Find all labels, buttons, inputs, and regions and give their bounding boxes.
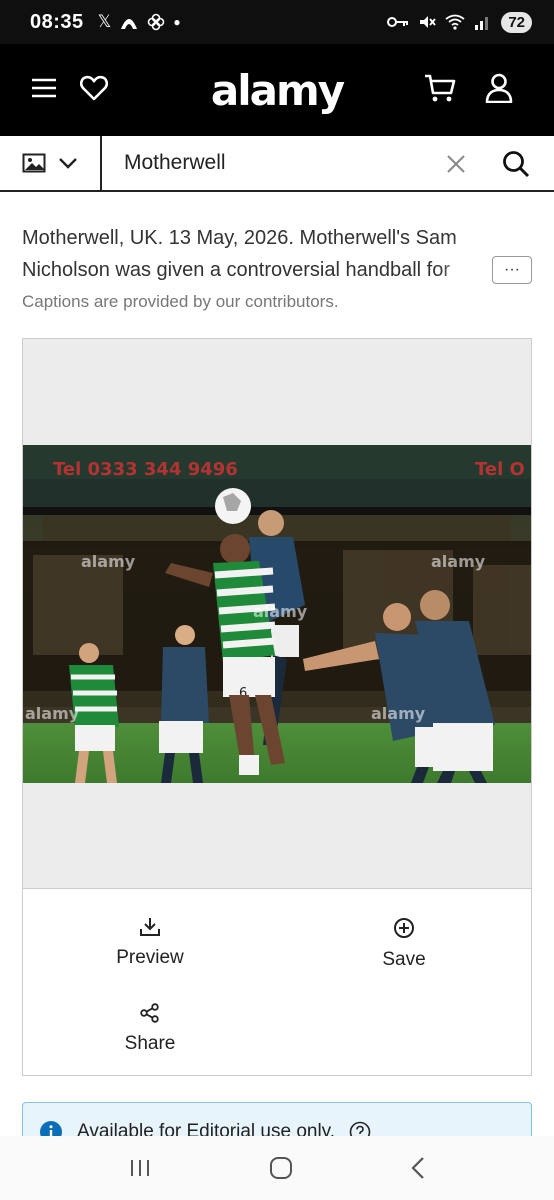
- dot-icon: ●: [173, 15, 181, 29]
- watermark: alamy: [371, 704, 426, 723]
- home-icon[interactable]: [269, 1156, 293, 1180]
- football-match-photo[interactable]: Tel 0333 344 9496 Tel O 6 alamy alamy al…: [23, 445, 531, 783]
- search-icon: [503, 151, 530, 178]
- svg-text:Tel 0333 344 9496: Tel 0333 344 9496: [53, 459, 238, 480]
- contributors-note: Captions are provided by our contributor…: [22, 292, 339, 311]
- clear-search-button[interactable]: [440, 148, 472, 180]
- preview-label: Preview: [116, 947, 184, 968]
- x-icon: 𝕏: [97, 12, 112, 31]
- wifi-icon: [445, 14, 465, 30]
- status-left-icons: 𝕏 ●: [98, 12, 181, 32]
- watermark: alamy: [25, 704, 80, 723]
- save-label: Save: [382, 949, 426, 970]
- favorites-button[interactable]: [74, 68, 114, 108]
- flower-icon: [148, 13, 165, 31]
- search-type-dropdown[interactable]: [0, 136, 102, 190]
- top-navigation: alamy: [0, 44, 554, 136]
- battery-indicator: 72: [501, 11, 532, 33]
- caption-more-button[interactable]: ···: [492, 256, 532, 284]
- search-button[interactable]: [496, 144, 536, 184]
- share-label: Share: [124, 1033, 176, 1054]
- status-time: 08:35: [30, 10, 84, 33]
- share-button[interactable]: Share: [23, 1003, 277, 1055]
- image-caption: Motherwell, UK. 13 May, 2026. Motherwell…: [22, 222, 532, 286]
- image-actions: Preview Save Share: [23, 889, 531, 1075]
- mute-icon: [420, 16, 437, 28]
- search-bar: [0, 136, 554, 192]
- search-input[interactable]: [124, 151, 424, 175]
- svg-text:Tel O: Tel O: [475, 459, 525, 480]
- app-icon: [121, 19, 138, 29]
- key-icon: [387, 17, 409, 27]
- back-icon[interactable]: [410, 1156, 426, 1180]
- watermark: alamy: [431, 552, 486, 571]
- save-button[interactable]: Save: [277, 917, 531, 971]
- menu-icon: [32, 78, 56, 98]
- image-frame[interactable]: Tel 0333 344 9496 Tel O 6 alamy alamy al…: [23, 339, 531, 889]
- status-right-icons: 72: [387, 11, 532, 33]
- account-icon: [485, 73, 513, 103]
- caption-text: Motherwell, UK. 13 May, 2026. Motherwell…: [22, 227, 457, 281]
- chevron-down-icon: [59, 158, 77, 169]
- share-icon: [140, 1003, 159, 1023]
- image-card: Tel 0333 344 9496 Tel O 6 alamy alamy al…: [22, 338, 532, 1076]
- preview-button[interactable]: Preview: [23, 917, 277, 969]
- heart-icon: [80, 75, 108, 101]
- cart-button[interactable]: [420, 68, 460, 108]
- download-icon: [140, 918, 160, 936]
- cart-icon: [425, 74, 456, 102]
- account-button[interactable]: [479, 68, 519, 108]
- signal-icon: [475, 17, 489, 30]
- system-navigation-bar: [0, 1136, 554, 1200]
- image-icon: [22, 153, 46, 173]
- close-icon: [447, 155, 465, 173]
- watermark: alamy: [81, 552, 136, 571]
- menu-button[interactable]: [24, 68, 64, 108]
- recent-apps-icon[interactable]: [128, 1158, 152, 1178]
- status-bar: 08:35 𝕏 ● 72: [0, 0, 554, 44]
- add-circle-icon: [394, 918, 414, 938]
- watermark: alamy: [253, 602, 308, 621]
